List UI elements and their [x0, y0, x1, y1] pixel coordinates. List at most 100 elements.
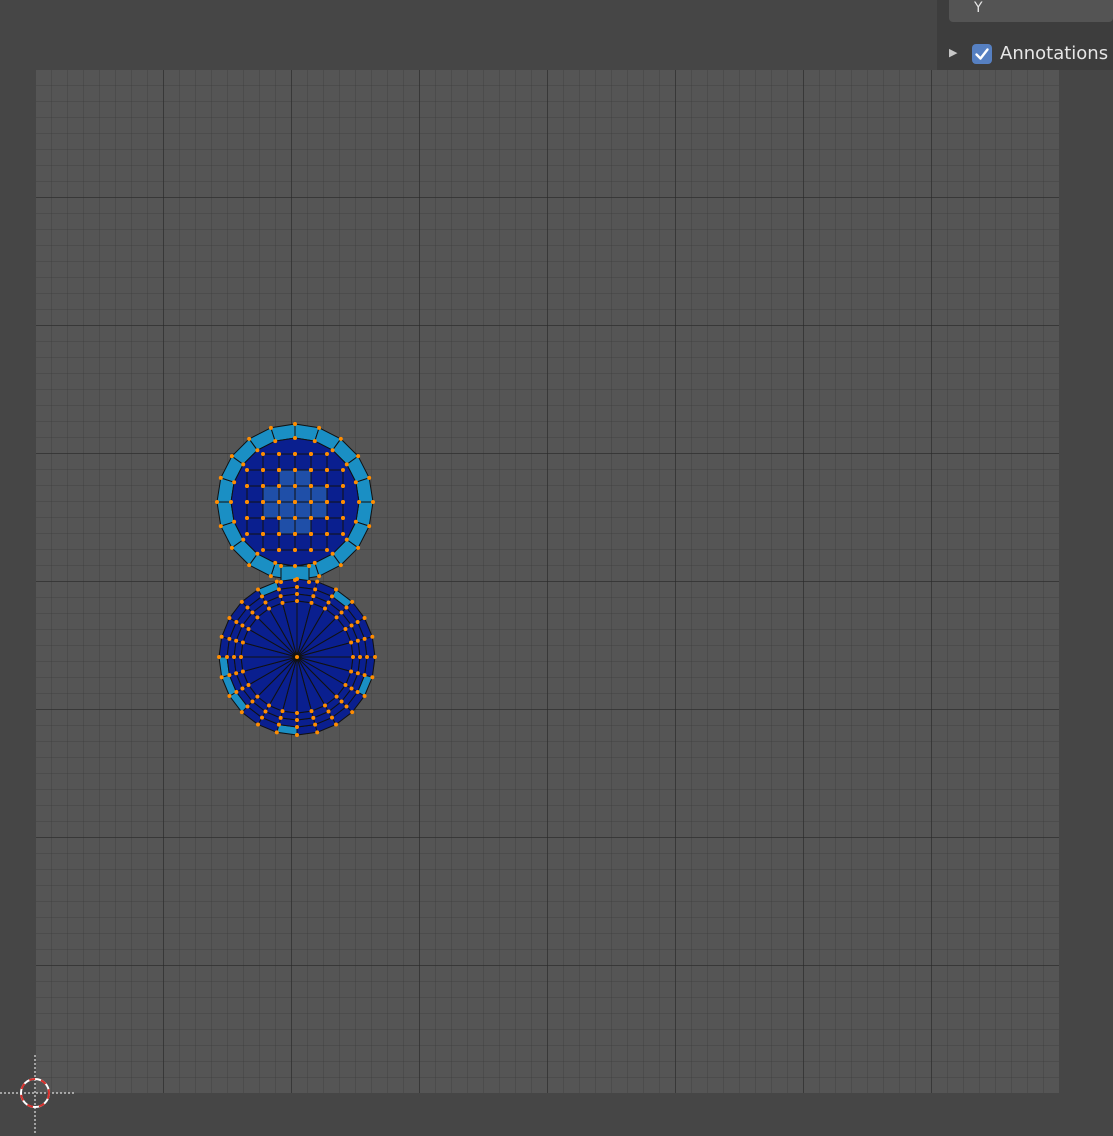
uv-face [310, 485, 328, 503]
uv-face [310, 469, 328, 487]
uv-vertex [240, 686, 245, 691]
uv-vertex [239, 710, 244, 715]
uv-layout[interactable] [36, 70, 1059, 1093]
uv-vertex [261, 484, 265, 488]
uv-vertex [295, 718, 299, 722]
uv-vertex [246, 683, 251, 687]
uv-vertex [261, 468, 265, 472]
uv-vertex [247, 563, 252, 568]
uv-vertex [370, 675, 375, 680]
uv-face [310, 501, 328, 519]
uv-vertex [315, 730, 320, 735]
uv-vertex [309, 468, 313, 472]
uv-vertex [307, 580, 311, 584]
uv-vertex [277, 500, 281, 504]
uv-vertex [255, 448, 260, 453]
uv-vertex [245, 704, 250, 709]
uv-vertex [260, 715, 264, 720]
uv-face [246, 469, 264, 487]
uv-vertex [246, 627, 251, 631]
uv-vertex [325, 500, 329, 504]
uv-vertex [326, 600, 331, 605]
uv-vertex [293, 484, 297, 488]
uv-face [246, 485, 264, 503]
uv-vertex [261, 532, 265, 536]
uv-vertex [293, 564, 297, 568]
uv-vertex [349, 669, 354, 674]
uv-face [294, 453, 312, 471]
uv-vertex [277, 516, 281, 520]
uv-vertex [234, 638, 239, 643]
uv-face [294, 501, 312, 519]
annotations-checkbox[interactable] [972, 44, 992, 64]
disclosure-triangle-icon[interactable]: ▶ [949, 46, 957, 59]
uv-vertex [313, 722, 318, 727]
uv-vertex [325, 452, 329, 456]
uv-vertex [344, 605, 349, 610]
uv-vertex [229, 500, 233, 504]
uv-vertex [245, 500, 249, 504]
uv-vertex [341, 484, 345, 488]
uv-vertex [341, 532, 345, 536]
uv-vertex [255, 694, 260, 699]
uv-face [310, 453, 328, 471]
uv-vertex [256, 722, 260, 727]
uv-vertex [250, 610, 255, 615]
uv-vertex [267, 606, 271, 611]
uv-vertex [367, 524, 372, 529]
uv-vertex [229, 454, 234, 459]
uv-vertex [280, 600, 285, 605]
uv-face [262, 453, 280, 471]
uv-vertex [353, 519, 358, 524]
uv-face [278, 485, 296, 503]
uv-vertex [330, 551, 335, 556]
uv-vertex [293, 516, 297, 520]
uv-vertex [312, 560, 317, 565]
uv-face [294, 533, 312, 551]
uv-vertex [353, 480, 358, 485]
uv-vertex [362, 673, 367, 678]
uv-face [310, 533, 328, 551]
uv-vertex [245, 605, 250, 610]
uv-vertex [232, 655, 236, 659]
uv-vertex [309, 709, 314, 714]
uv-vertex [256, 587, 260, 592]
uv-vertex [293, 500, 297, 504]
uv-vertex [245, 484, 249, 488]
uv-vertex [334, 587, 338, 592]
uv-vertex [365, 655, 369, 659]
uv-vertex [227, 636, 232, 641]
uv-face [262, 469, 280, 487]
uv-vertex [240, 623, 245, 628]
axis-y-field[interactable]: Y [949, 0, 1113, 22]
uv-vertex [261, 516, 265, 520]
uv-vertex [325, 468, 329, 472]
uv-vertex [225, 655, 229, 659]
annotations-panel-header[interactable]: ▶ Annotations [937, 40, 1113, 68]
uv-vertex [309, 600, 314, 605]
uv-face [326, 517, 344, 535]
uv-vertex [295, 725, 299, 729]
uv-vertex [293, 548, 297, 552]
uv-face [262, 533, 280, 551]
uv-vertex [344, 462, 349, 467]
uv-vertex [371, 500, 375, 504]
uv-vertex [218, 524, 223, 529]
uv-vertex [325, 484, 329, 488]
uv-vertex [355, 620, 360, 624]
uv-vertex [277, 484, 281, 488]
checkmark-icon [975, 48, 989, 60]
uv-vertex [343, 683, 348, 687]
uv-vertex [277, 468, 281, 472]
uv-vertex [309, 532, 313, 536]
uv-vertex [273, 560, 278, 565]
uv-vertex [370, 634, 375, 639]
uv-vertex [276, 587, 281, 592]
uv-vertex [273, 439, 278, 444]
uv-vertex [343, 627, 348, 631]
2d-cursor-icon[interactable] [0, 1055, 80, 1135]
uv-vertex [349, 640, 354, 645]
uv-editor-canvas[interactable] [36, 70, 1059, 1093]
uv-vertex [358, 655, 362, 659]
uv-vertex [261, 452, 265, 456]
